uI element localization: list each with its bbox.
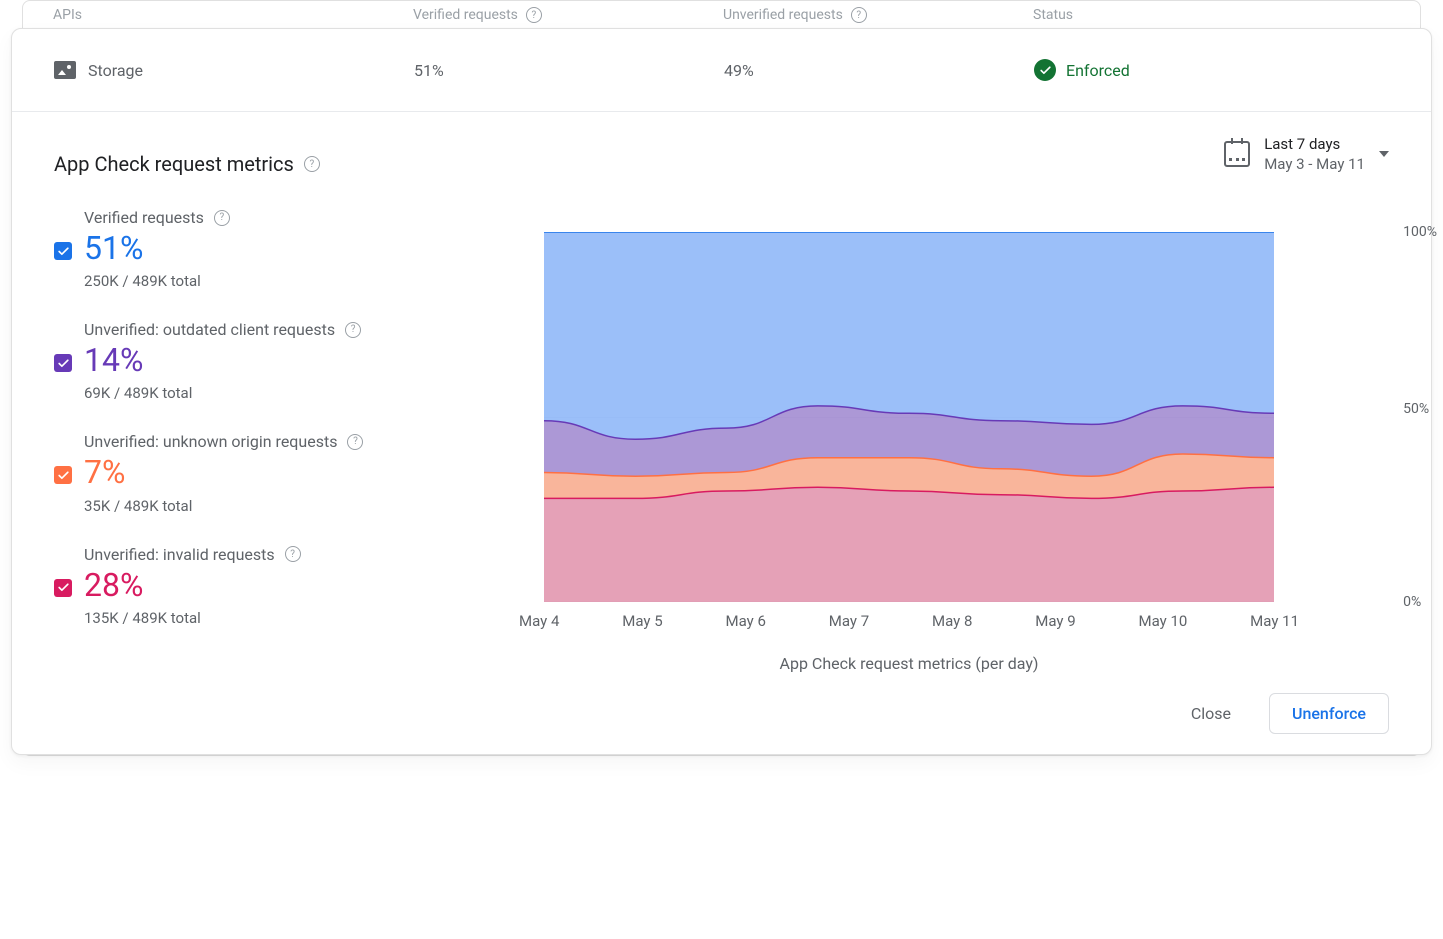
checkbox-outdated[interactable] bbox=[54, 354, 72, 372]
help-icon[interactable]: ? bbox=[345, 322, 361, 338]
checkbox-unknown[interactable] bbox=[54, 466, 72, 484]
metric-unknown: Unverified: unknown origin requests ? 7%… bbox=[54, 432, 544, 514]
area-chart: 100% 50% 0% May 4May 5May 6May 7May 8May… bbox=[544, 232, 1389, 673]
metric-invalid: Unverified: invalid requests ? 28% 135K … bbox=[54, 545, 544, 627]
help-icon[interactable]: ? bbox=[526, 7, 542, 23]
close-button[interactable]: Close bbox=[1177, 694, 1245, 733]
metric-sub: 69K / 489K total bbox=[84, 384, 544, 402]
api-row[interactable]: Storage 51% 49% Enforced bbox=[12, 29, 1431, 111]
metric-label: Unverified: unknown origin requests bbox=[84, 432, 337, 451]
checkbox-invalid[interactable] bbox=[54, 579, 72, 597]
row-unverified-pct: 49% bbox=[724, 61, 1034, 80]
x-axis-labels: May 4May 5May 6May 7May 8May 9May 10May … bbox=[519, 612, 1299, 630]
help-icon[interactable]: ? bbox=[285, 546, 301, 562]
date-range-picker[interactable]: Last 7 days May 3 - May 11 bbox=[1224, 134, 1389, 175]
metric-sub: 250K / 489K total bbox=[84, 272, 544, 290]
status-badge: Enforced bbox=[1034, 59, 1389, 81]
metric-sub: 135K / 489K total bbox=[84, 609, 544, 627]
metric-value: 7% bbox=[84, 455, 544, 490]
table-header: APIs Verified requests ? Unverified requ… bbox=[23, 1, 1420, 29]
row-verified-pct: 51% bbox=[414, 61, 724, 80]
checkbox-verified[interactable] bbox=[54, 242, 72, 260]
metric-outdated: Unverified: outdated client requests ? 1… bbox=[54, 320, 544, 402]
api-name: Storage bbox=[88, 61, 143, 80]
help-icon[interactable]: ? bbox=[214, 210, 230, 226]
check-circle-icon bbox=[1034, 59, 1056, 81]
date-range-label: Last 7 days bbox=[1264, 134, 1365, 154]
help-icon[interactable]: ? bbox=[304, 156, 320, 172]
metric-value: 51% bbox=[84, 231, 544, 266]
metric-label: Unverified: invalid requests bbox=[84, 545, 275, 564]
metric-sub: 35K / 489K total bbox=[84, 497, 544, 515]
col-status: Status bbox=[1033, 7, 1390, 23]
date-range-dates: May 3 - May 11 bbox=[1264, 154, 1365, 174]
metric-value: 14% bbox=[84, 343, 544, 378]
metric-label: Verified requests bbox=[84, 208, 204, 227]
metric-verified: Verified requests ? 51% 250K / 489K tota… bbox=[54, 208, 544, 290]
col-verified: Verified requests ? bbox=[413, 7, 723, 23]
chevron-down-icon bbox=[1379, 151, 1389, 157]
help-icon[interactable]: ? bbox=[347, 434, 363, 450]
metric-label: Unverified: outdated client requests bbox=[84, 320, 335, 339]
unenforce-button[interactable]: Unenforce bbox=[1269, 693, 1389, 734]
calendar-icon bbox=[1224, 141, 1250, 167]
col-unverified: Unverified requests ? bbox=[723, 7, 1033, 23]
y-axis-labels: 100% 50% 0% bbox=[1403, 232, 1437, 602]
storage-icon bbox=[54, 61, 76, 79]
metric-value: 28% bbox=[84, 568, 544, 603]
section-title: App Check request metrics bbox=[54, 152, 294, 176]
metrics-card: Storage 51% 49% Enforced App Check reque… bbox=[11, 28, 1432, 755]
chart-caption: App Check request metrics (per day) bbox=[544, 654, 1274, 673]
col-apis: APIs bbox=[53, 7, 413, 23]
help-icon[interactable]: ? bbox=[851, 7, 867, 23]
